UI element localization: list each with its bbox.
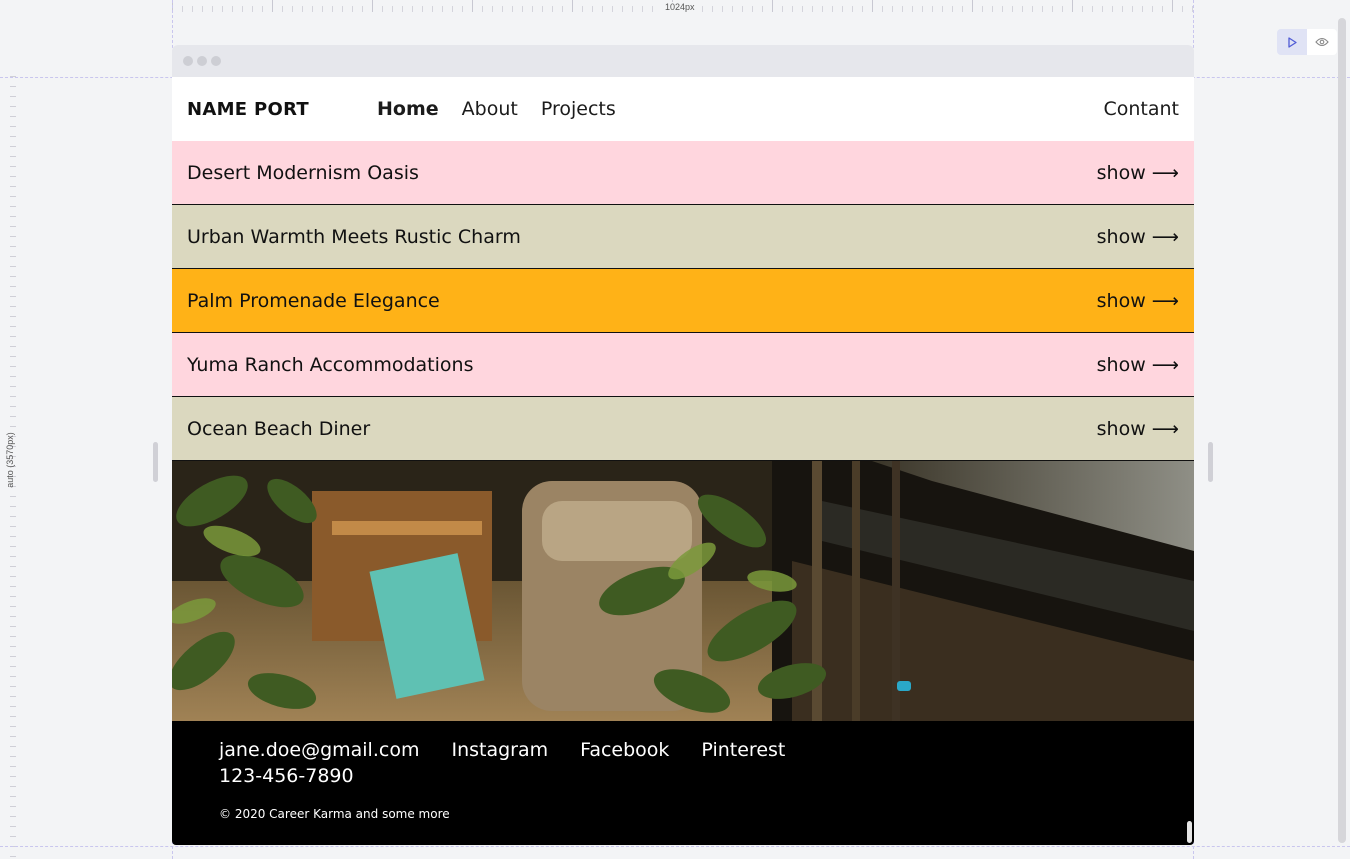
project-row[interactable]: Urban Warmth Meets Rustic Charm show ⟶ bbox=[172, 205, 1194, 269]
arrow-right-icon: ⟶ bbox=[1151, 417, 1179, 440]
nav-link-contact[interactable]: Contant bbox=[1103, 98, 1179, 120]
show-link[interactable]: show ⟶ bbox=[1097, 418, 1179, 440]
footer-phone[interactable]: 123-456-7890 bbox=[219, 765, 1147, 787]
show-label: show bbox=[1096, 161, 1146, 184]
site-footer: jane.doe@gmail.com Instagram Facebook Pi… bbox=[172, 721, 1194, 845]
nav-link-projects[interactable]: Projects bbox=[541, 98, 616, 120]
cafe-interior-image bbox=[172, 461, 1194, 721]
guide-line-bottom bbox=[0, 846, 1350, 847]
ruler-width-label: 1024px bbox=[662, 2, 698, 12]
play-button[interactable] bbox=[1277, 29, 1307, 55]
arrow-right-icon: ⟶ bbox=[1151, 161, 1179, 184]
resize-handle-left[interactable] bbox=[153, 442, 158, 482]
frame-scrollbar-thumb[interactable] bbox=[1187, 821, 1192, 843]
nav-links: Home About Projects bbox=[377, 98, 616, 120]
footer-link-instagram[interactable]: Instagram bbox=[451, 739, 548, 761]
show-link[interactable]: show ⟶ bbox=[1097, 354, 1179, 376]
show-label: show bbox=[1096, 289, 1146, 312]
show-label: show bbox=[1096, 417, 1146, 440]
project-row[interactable]: Desert Modernism Oasis show ⟶ bbox=[172, 141, 1194, 205]
project-title: Ocean Beach Diner bbox=[187, 417, 371, 440]
preview-frame: NAME PORT Home About Projects Contant De… bbox=[172, 45, 1194, 845]
footer-link-facebook[interactable]: Facebook bbox=[580, 739, 669, 761]
show-label: show bbox=[1096, 353, 1146, 376]
footer-email-link[interactable]: jane.doe@gmail.com bbox=[219, 739, 419, 761]
arrow-right-icon: ⟶ bbox=[1151, 289, 1179, 312]
project-title: Yuma Ranch Accommodations bbox=[187, 353, 474, 376]
hero-photo bbox=[172, 461, 1194, 721]
project-row[interactable]: Palm Promenade Elegance show ⟶ bbox=[172, 269, 1194, 333]
canvas-scrollbar[interactable] bbox=[1338, 18, 1346, 843]
show-link[interactable]: show ⟶ bbox=[1097, 226, 1179, 248]
frame-titlebar bbox=[172, 45, 1194, 77]
window-dot bbox=[211, 56, 221, 66]
footer-links: jane.doe@gmail.com Instagram Facebook Pi… bbox=[219, 739, 1147, 761]
project-title: Desert Modernism Oasis bbox=[187, 161, 419, 184]
brand-logo[interactable]: NAME PORT bbox=[187, 99, 377, 120]
ruler-height-label: auto (3570px) bbox=[4, 432, 15, 488]
project-title: Palm Promenade Elegance bbox=[187, 289, 440, 312]
project-row[interactable]: Yuma Ranch Accommodations show ⟶ bbox=[172, 333, 1194, 397]
site-navbar: NAME PORT Home About Projects Contant bbox=[172, 77, 1194, 141]
preview-button[interactable] bbox=[1307, 29, 1337, 55]
window-dot bbox=[183, 56, 193, 66]
footer-copyright: © 2020 Career Karma and some more bbox=[219, 807, 450, 821]
project-list: Desert Modernism Oasis show ⟶ Urban Warm… bbox=[172, 141, 1194, 461]
play-icon bbox=[1287, 36, 1297, 48]
footer-link-pinterest[interactable]: Pinterest bbox=[701, 739, 785, 761]
project-title: Urban Warmth Meets Rustic Charm bbox=[187, 225, 521, 248]
show-link[interactable]: show ⟶ bbox=[1097, 162, 1179, 184]
resize-handle-right[interactable] bbox=[1208, 442, 1213, 482]
preview-toolbar bbox=[1277, 29, 1337, 55]
nav-link-about[interactable]: About bbox=[462, 98, 518, 120]
arrow-right-icon: ⟶ bbox=[1151, 225, 1179, 248]
eye-icon bbox=[1315, 37, 1329, 47]
project-row[interactable]: Ocean Beach Diner show ⟶ bbox=[172, 397, 1194, 461]
horizontal-ruler: 1024px bbox=[0, 0, 1350, 16]
show-label: show bbox=[1096, 225, 1146, 248]
window-dot bbox=[197, 56, 207, 66]
show-link[interactable]: show ⟶ bbox=[1097, 290, 1179, 312]
nav-link-home[interactable]: Home bbox=[377, 98, 439, 120]
arrow-right-icon: ⟶ bbox=[1151, 353, 1179, 376]
